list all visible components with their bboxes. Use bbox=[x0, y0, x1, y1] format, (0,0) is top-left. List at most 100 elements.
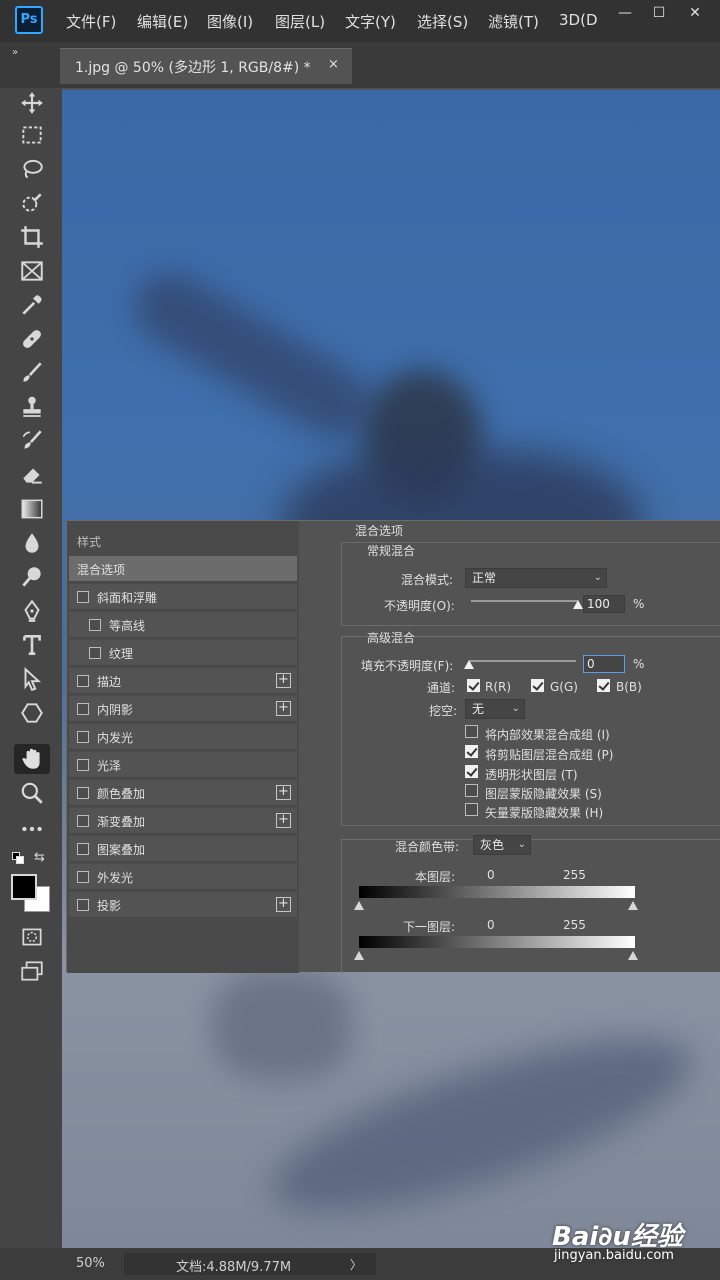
blur-tool[interactable] bbox=[14, 528, 50, 558]
style-item-10[interactable]: 图案叠加 bbox=[69, 836, 297, 862]
channel-b-checkbox[interactable] bbox=[597, 679, 610, 692]
healing-brush-tool[interactable] bbox=[14, 324, 50, 354]
style-item-5[interactable]: 内阴影 + bbox=[69, 696, 297, 722]
style-item-checkbox[interactable] bbox=[77, 703, 89, 715]
style-item-11[interactable]: 外发光 bbox=[69, 864, 297, 890]
brush-tool[interactable] bbox=[14, 358, 50, 388]
style-item-label: 内阴影 bbox=[97, 703, 134, 717]
this-layer-gradient-bar[interactable] bbox=[359, 886, 635, 898]
style-item-3[interactable]: 纹理 bbox=[69, 640, 297, 666]
menu-select[interactable]: 选择(S) bbox=[417, 11, 468, 32]
fill-opacity-slider[interactable] bbox=[469, 660, 576, 662]
more-tools-button[interactable] bbox=[14, 814, 50, 844]
brush-icon bbox=[23, 362, 42, 382]
layer-mask-hides-checkbox[interactable] bbox=[465, 784, 478, 797]
frame-tool[interactable] bbox=[14, 256, 50, 286]
type-tool[interactable] bbox=[14, 630, 50, 660]
add-style-icon[interactable]: + bbox=[276, 673, 291, 688]
quick-select-tool[interactable] bbox=[14, 188, 50, 218]
document-info-box[interactable]: 文档:4.88M/9.77M 〉 bbox=[124, 1253, 376, 1275]
style-item-9[interactable]: 渐变叠加 + bbox=[69, 808, 297, 834]
pen-tool[interactable] bbox=[14, 596, 50, 626]
this-layer-white-slider[interactable] bbox=[628, 901, 638, 910]
underlying-layer-white-slider[interactable] bbox=[628, 951, 638, 960]
style-item-7[interactable]: 光泽 bbox=[69, 752, 297, 778]
blend-mode-select[interactable]: 正常 ⌄ bbox=[465, 568, 607, 588]
document-tab[interactable]: 1.jpg @ 50% (多边形 1, RGB/8#) * × bbox=[60, 48, 352, 84]
lasso-tool[interactable] bbox=[14, 154, 50, 184]
blend-interior-effects-checkbox[interactable] bbox=[465, 725, 478, 738]
collapse-panels-icon[interactable]: » bbox=[12, 47, 18, 58]
style-item-checkbox[interactable] bbox=[77, 787, 89, 799]
menu-type[interactable]: 文字(Y) bbox=[345, 11, 396, 32]
add-style-icon[interactable]: + bbox=[276, 897, 291, 912]
style-item-8[interactable]: 颜色叠加 + bbox=[69, 780, 297, 806]
this-layer-black-slider[interactable] bbox=[354, 901, 364, 910]
vector-mask-hides-checkbox[interactable] bbox=[465, 803, 478, 816]
menu-3d[interactable]: 3D(D bbox=[559, 11, 598, 29]
menu-edit[interactable]: 编辑(E) bbox=[137, 11, 188, 32]
clone-stamp-tool[interactable] bbox=[14, 392, 50, 422]
style-item-checkbox[interactable] bbox=[77, 731, 89, 743]
quick-mask-button[interactable] bbox=[14, 922, 50, 952]
opacity-slider[interactable] bbox=[471, 600, 578, 602]
style-item-checkbox[interactable] bbox=[77, 843, 89, 855]
close-window-button[interactable]: ✕ bbox=[680, 4, 710, 22]
eyedropper-tool[interactable] bbox=[14, 290, 50, 320]
chevron-right-icon[interactable]: 〉 bbox=[350, 1256, 362, 1273]
style-item-checkbox[interactable] bbox=[77, 871, 89, 883]
pen-icon bbox=[24, 599, 40, 622]
close-tab-icon[interactable]: × bbox=[328, 57, 339, 72]
style-item-6[interactable]: 内发光 bbox=[69, 724, 297, 750]
shape-tool[interactable] bbox=[14, 698, 50, 728]
fill-opacity-slider-thumb[interactable] bbox=[464, 660, 474, 669]
channel-g-checkbox[interactable] bbox=[531, 679, 544, 692]
menu-layer[interactable]: 图层(L) bbox=[275, 11, 325, 32]
opacity-slider-thumb[interactable] bbox=[573, 600, 583, 609]
zoom-tool[interactable] bbox=[14, 778, 50, 808]
eraser-tool[interactable] bbox=[14, 460, 50, 490]
default-colors-icon[interactable] bbox=[12, 852, 24, 864]
screen-mode-button[interactable] bbox=[14, 956, 50, 986]
add-style-icon[interactable]: + bbox=[276, 785, 291, 800]
menu-image[interactable]: 图像(I) bbox=[207, 11, 253, 32]
menu-file[interactable]: 文件(F) bbox=[66, 11, 116, 32]
marquee-tool[interactable] bbox=[14, 120, 50, 150]
style-item-checkbox[interactable] bbox=[89, 647, 101, 659]
knockout-select[interactable]: 无 ⌄ bbox=[465, 699, 525, 719]
maximize-button[interactable]: ☐ bbox=[644, 4, 674, 22]
style-item-checkbox[interactable] bbox=[77, 815, 89, 827]
path-selection-tool[interactable] bbox=[14, 664, 50, 694]
style-item-checkbox[interactable] bbox=[89, 619, 101, 631]
menu-filter[interactable]: 滤镜(T) bbox=[488, 11, 539, 32]
style-item-checkbox[interactable] bbox=[77, 675, 89, 687]
gradient-tool[interactable] bbox=[14, 494, 50, 524]
style-item-12[interactable]: 投影 + bbox=[69, 892, 297, 918]
style-item-checkbox[interactable] bbox=[77, 759, 89, 771]
style-item-2[interactable]: 等高线 bbox=[69, 612, 297, 638]
add-style-icon[interactable]: + bbox=[276, 701, 291, 716]
minimize-button[interactable]: — bbox=[610, 4, 640, 22]
style-item-checkbox[interactable] bbox=[77, 591, 89, 603]
crop-tool[interactable] bbox=[14, 222, 50, 252]
transparency-shapes-checkbox[interactable] bbox=[465, 765, 478, 778]
swap-colors-icon[interactable]: ⇆ bbox=[34, 850, 45, 865]
style-item-1[interactable]: 斜面和浮雕 bbox=[69, 584, 297, 610]
add-style-icon[interactable]: + bbox=[276, 813, 291, 828]
foreground-color-swatch[interactable] bbox=[11, 874, 37, 900]
underlying-layer-gradient-bar[interactable] bbox=[359, 936, 635, 948]
zoom-level[interactable]: 50% bbox=[76, 1256, 105, 1271]
underlying-layer-black-slider[interactable] bbox=[354, 951, 364, 960]
style-item-checkbox[interactable] bbox=[77, 899, 89, 911]
move-tool[interactable] bbox=[14, 88, 50, 118]
hand-tool[interactable] bbox=[14, 744, 50, 774]
blend-clipped-layers-checkbox[interactable] bbox=[465, 745, 478, 758]
opacity-input[interactable]: 100 bbox=[583, 595, 625, 613]
blend-if-select[interactable]: 灰色 ⌄ bbox=[473, 835, 531, 855]
style-item-4[interactable]: 描边 + bbox=[69, 668, 297, 694]
history-brush-tool[interactable] bbox=[14, 426, 50, 456]
dodge-tool[interactable] bbox=[14, 562, 50, 592]
style-item-0[interactable]: 混合选项 bbox=[69, 556, 297, 582]
fill-opacity-input[interactable]: 0 bbox=[583, 655, 625, 673]
channel-r-checkbox[interactable] bbox=[467, 679, 480, 692]
